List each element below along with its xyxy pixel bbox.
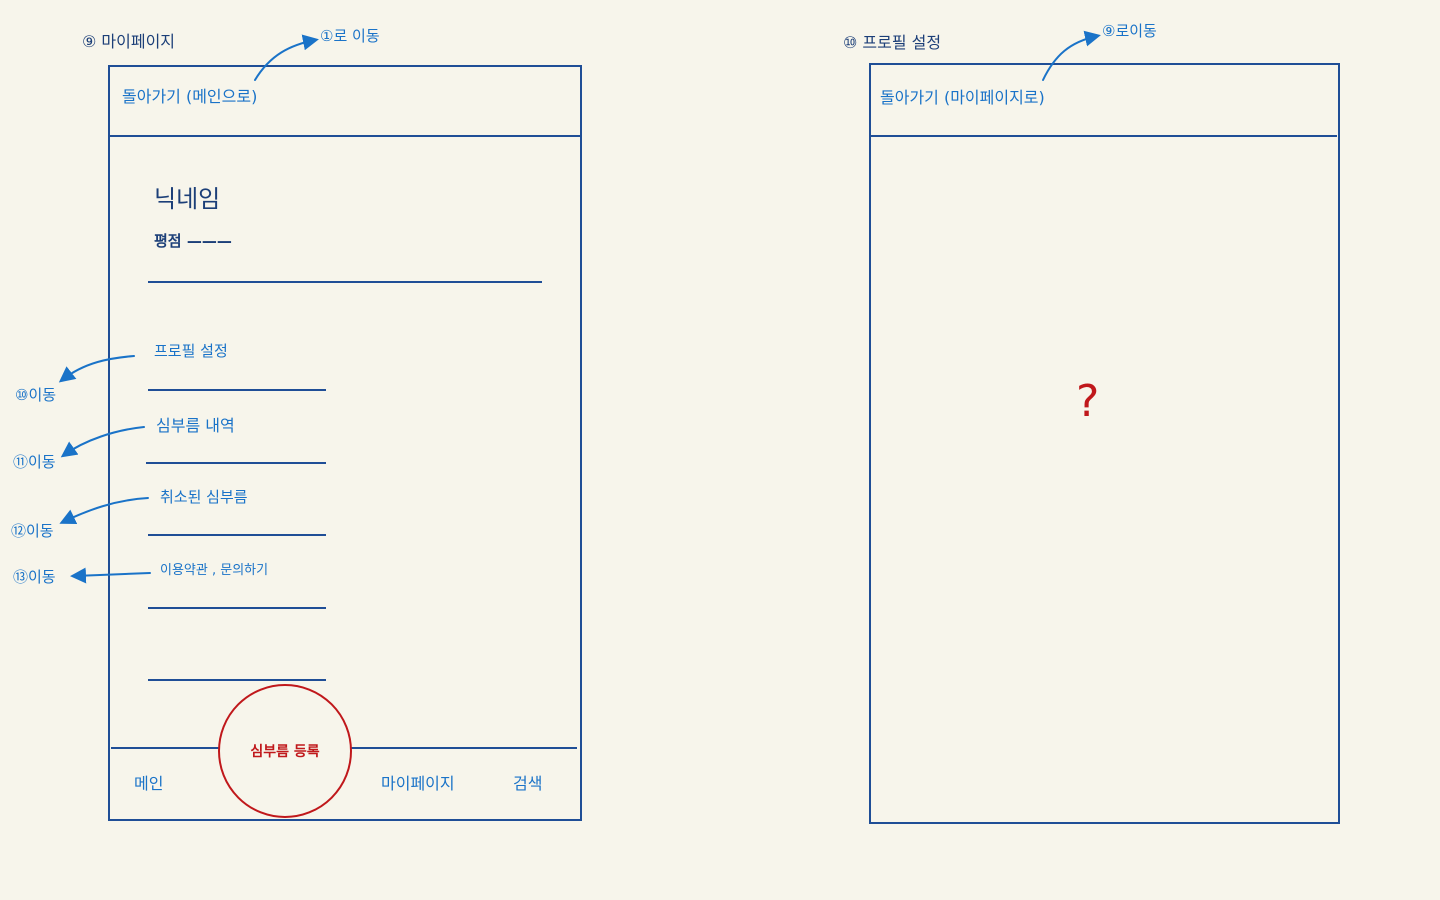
annotation-go-to-12: ⑫이동 bbox=[11, 522, 54, 540]
register-errand-label: 심부름 등록 bbox=[250, 744, 320, 760]
nickname-text: 닉네임 bbox=[154, 185, 221, 213]
screen-9-title: ⑨ 마이페이지 bbox=[82, 32, 176, 51]
header-divider bbox=[109, 135, 581, 137]
menu-cancelled-errands[interactable]: 취소된 심부름 bbox=[160, 490, 248, 505]
annotation-go-to-13: ⑬이동 bbox=[13, 568, 56, 586]
menu-errand-history[interactable]: 심부름 내역 bbox=[156, 418, 235, 434]
menu-divider bbox=[148, 607, 326, 609]
menu-divider bbox=[146, 462, 326, 464]
screen-10-title: ⑩ 프로필 설정 bbox=[843, 33, 942, 52]
annotation-go-to-1: ①로 이동 bbox=[320, 27, 380, 45]
nav-main-button[interactable]: 메인 bbox=[134, 776, 163, 792]
profile-divider bbox=[148, 281, 542, 283]
menu-terms-and-inquiry[interactable]: 이용약관 , 문의하기 bbox=[160, 564, 268, 577]
mypage-frame bbox=[108, 65, 582, 821]
annotation-go-to-11: ⑪이동 bbox=[13, 453, 56, 471]
annotation-go-to-9: ⑨로이동 bbox=[1102, 22, 1157, 40]
rating-text: 평점 ——— bbox=[154, 232, 232, 250]
menu-divider bbox=[148, 534, 326, 536]
nav-search-button[interactable]: 검색 bbox=[513, 776, 542, 792]
register-errand-button[interactable]: 심부름 등록 bbox=[218, 684, 352, 818]
menu-divider-empty bbox=[148, 679, 326, 681]
menu-divider bbox=[148, 389, 326, 391]
annotation-go-to-10: ⑩이동 bbox=[15, 386, 57, 404]
back-to-main-button[interactable]: 돌아가기 (메인으로) bbox=[122, 89, 257, 105]
undefined-content-marker: ? bbox=[1076, 376, 1100, 427]
nav-mypage-button[interactable]: 마이페이지 bbox=[381, 776, 455, 792]
header-divider bbox=[870, 135, 1337, 137]
back-to-mypage-button[interactable]: 돌아가기 (마이페이지로) bbox=[880, 90, 1045, 106]
profile-settings-frame bbox=[869, 63, 1340, 824]
menu-profile-settings[interactable]: 프로필 설정 bbox=[154, 344, 228, 359]
